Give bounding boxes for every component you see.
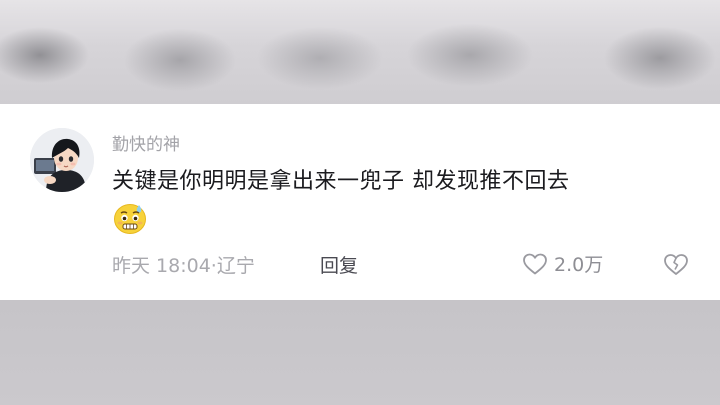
broken-heart-icon (664, 254, 688, 275)
avatar[interactable] (30, 128, 94, 192)
comment-username[interactable]: 勤快的神 (112, 130, 180, 155)
avatar-cartoon-boy-icon (30, 128, 94, 192)
blurred-video-background-bottom (0, 300, 720, 405)
comment-time: 昨天 18:04 (112, 255, 211, 277)
reply-button[interactable]: 回复 (320, 251, 358, 278)
sweating-pleading-face-icon (112, 201, 148, 235)
comment-card (0, 104, 720, 300)
comment-meta: 昨天 18:04·辽宁 (112, 251, 255, 278)
blurred-video-background (0, 0, 720, 104)
comment-location: 辽宁 (216, 255, 255, 277)
video-comment-overlay: 勤快的神 关键是你明明是拿出来一兜子 却发现推不回去 昨天 18:04·辽宁 回… (0, 0, 720, 405)
dislike-button[interactable] (662, 250, 690, 278)
like-button[interactable]: 2.0万 (522, 250, 603, 277)
heart-outline-icon (523, 253, 547, 274)
like-count: 2.0万 (554, 254, 604, 276)
comment-text: 关键是你明明是拿出来一兜子 却发现推不回去 (112, 169, 570, 194)
